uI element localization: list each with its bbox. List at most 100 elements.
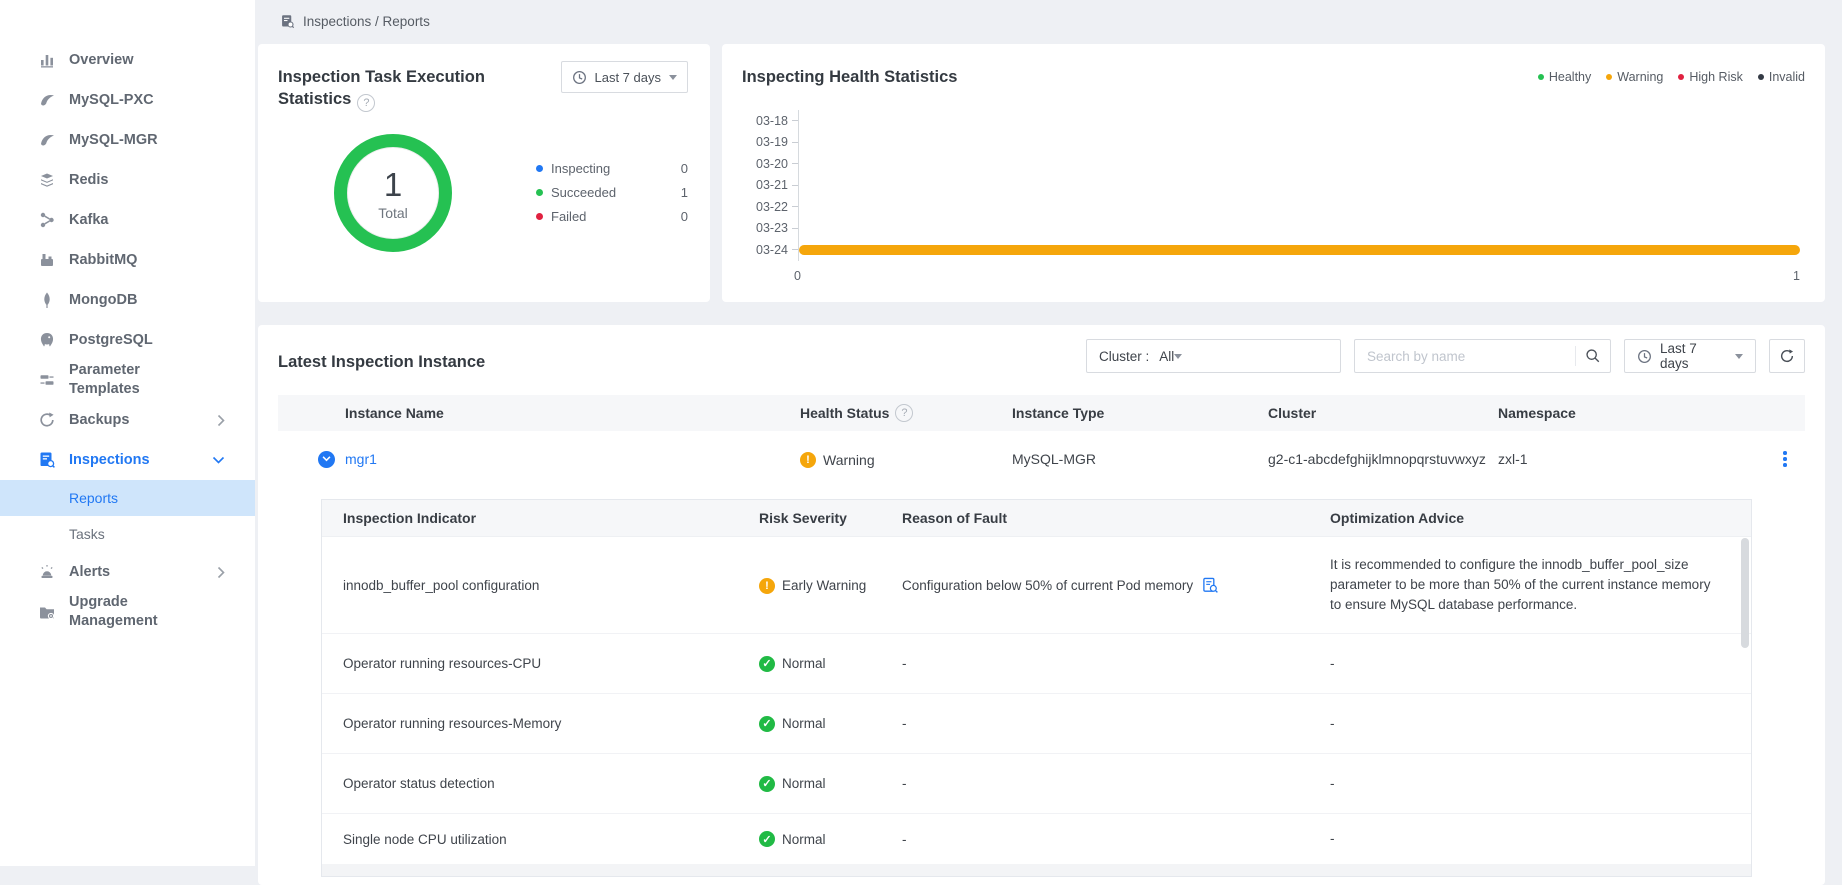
severity-badge: ✓Normal	[759, 776, 826, 792]
sidebar-item-overview[interactable]: Overview	[0, 40, 255, 80]
help-icon[interactable]: ?	[895, 404, 913, 422]
cluster-filter-label: Cluster :	[1099, 349, 1149, 364]
col-inspection-indicator: Inspection Indicator	[322, 510, 759, 526]
chart-row: 03-24	[742, 239, 1800, 261]
reason-text: -	[902, 776, 1330, 791]
detail-row: Operator running resources-Memory ✓ Norma…	[322, 694, 1751, 754]
bar-track	[798, 110, 1800, 132]
date-range-dropdown[interactable]: Last 7 days	[561, 61, 689, 93]
severity-text: Normal	[782, 656, 826, 671]
check-icon: ✓	[759, 716, 775, 732]
sidebar-item-inspections[interactable]: Inspections	[0, 440, 255, 480]
date-range-label: Last 7 days	[595, 70, 662, 85]
caret-down-icon	[1735, 354, 1743, 359]
inspection-detail-panel: Inspection Indicator Risk Severity Reaso…	[321, 499, 1752, 877]
instances-table: Instance Name Health Status? Instance Ty…	[278, 395, 1805, 877]
status-text: Warning	[823, 452, 875, 468]
legend-value: 0	[681, 209, 688, 224]
legend-label: Failed	[551, 209, 586, 224]
sidebar-item-mysql-mgr[interactable]: MySQL-MGR	[0, 120, 255, 160]
legend-label: Warning	[1617, 70, 1663, 84]
sidebar-item-label: Backups	[69, 411, 129, 430]
collapse-row-button[interactable]	[318, 451, 335, 468]
status-badge: ! Warning	[800, 452, 875, 468]
sidebar: Overview MySQL-PXC MySQL-MGR Redis Kafka	[0, 0, 255, 866]
view-report-doc-icon[interactable]	[1202, 577, 1219, 594]
reason-text: -	[902, 832, 1330, 847]
sidebar-item-alerts[interactable]: Alerts	[0, 552, 255, 592]
search-box	[1354, 339, 1611, 373]
sidebar-item-label: MongoDB	[69, 291, 137, 310]
namespace-cell: zxl-1	[1498, 451, 1765, 467]
chart-row: 03-23	[742, 218, 1800, 240]
advice-cell: -	[1330, 714, 1751, 734]
y-axis-label: 03-22	[742, 200, 788, 214]
col-risk-severity: Risk Severity	[759, 510, 902, 526]
legend-dot-failed	[536, 213, 543, 220]
severity-text: Normal	[782, 716, 826, 731]
sidebar-item-label: MySQL-MGR	[69, 131, 158, 150]
detail-row: Operator status detection ✓Normal - -	[322, 754, 1751, 814]
y-axis-label: 03-23	[742, 221, 788, 235]
legend-label: Healthy	[1549, 70, 1591, 84]
sidebar-item-mysql-pxc[interactable]: MySQL-PXC	[0, 80, 255, 120]
dolphin-icon	[38, 91, 56, 109]
card-title: Inspection Task Execution Statistics?	[278, 66, 518, 112]
sidebar-item-backups[interactable]: Backups	[0, 400, 255, 440]
y-axis-label: 03-18	[742, 114, 788, 128]
bar-track	[798, 239, 1800, 261]
search-icon[interactable]	[1576, 348, 1610, 364]
severity-badge: ✓Normal	[759, 656, 826, 672]
sidebar-subitem-reports[interactable]: Reports	[0, 480, 255, 516]
detail-row: innodb_buffer_pool configuration ! Early…	[322, 537, 1751, 634]
sidebar-item-label: RabbitMQ	[69, 251, 137, 270]
warning-bar[interactable]	[799, 245, 1800, 255]
leaf-icon	[38, 291, 56, 309]
chart-row: 03-18	[742, 110, 1800, 132]
legend-dot-invalid	[1758, 74, 1764, 80]
siren-icon	[38, 563, 56, 581]
date-range-dropdown[interactable]: Last 7 days	[1624, 339, 1756, 373]
sidebar-subitem-label: Tasks	[69, 526, 105, 542]
inspection-report-icon	[280, 14, 295, 29]
reason-text: Configuration below 50% of current Pod m…	[902, 578, 1193, 593]
col-reason-of-fault: Reason of Fault	[902, 510, 1330, 526]
sidebar-item-mongodb[interactable]: MongoDB	[0, 280, 255, 320]
clock-icon	[572, 70, 587, 85]
row-actions-menu[interactable]	[1765, 447, 1805, 471]
bar-track	[798, 132, 1800, 154]
caret-down-icon	[669, 75, 677, 80]
help-icon[interactable]: ?	[357, 94, 375, 112]
sidebar-item-kafka[interactable]: Kafka	[0, 200, 255, 240]
advice-cell: -	[1330, 829, 1751, 849]
indicator-cell: Operator running resources-Memory	[322, 716, 759, 731]
col-instance-type: Instance Type	[1012, 405, 1268, 421]
donut-total-value: 1	[384, 166, 402, 204]
y-axis-label: 03-19	[742, 135, 788, 149]
sidebar-subitem-tasks[interactable]: Tasks	[0, 516, 255, 552]
scrollbar-thumb[interactable]	[1741, 538, 1749, 648]
warning-icon: !	[800, 452, 816, 468]
network-icon	[38, 211, 56, 229]
clock-icon	[1637, 349, 1652, 364]
detail-row: Operator running resources-CPU ✓Normal -…	[322, 634, 1751, 694]
search-input[interactable]	[1355, 349, 1575, 364]
restore-icon	[38, 411, 56, 429]
advice-cell: -	[1330, 774, 1751, 794]
legend-value: 1	[681, 185, 688, 200]
breadcrumb-text: Inspections / Reports	[303, 14, 430, 29]
sidebar-item-rabbitmq[interactable]: RabbitMQ	[0, 240, 255, 280]
reason-text: -	[902, 716, 1330, 731]
sidebar-item-label: Inspections	[69, 451, 150, 470]
sidebar-item-label: Overview	[69, 51, 134, 70]
sidebar-item-upgrade-management[interactable]: Upgrade Management	[0, 592, 255, 632]
latest-inspection-card: Latest Inspection Instance Cluster : All…	[258, 325, 1825, 885]
cluster-filter-dropdown[interactable]: Cluster : All	[1086, 339, 1341, 373]
instance-name-link[interactable]: mgr1	[345, 451, 377, 467]
sidebar-item-redis[interactable]: Redis	[0, 160, 255, 200]
sidebar-item-postgresql[interactable]: PostgreSQL	[0, 320, 255, 360]
refresh-button[interactable]	[1769, 339, 1805, 373]
indicator-cell: Single node CPU utilization	[322, 832, 759, 847]
date-range-label: Last 7 days	[1660, 341, 1727, 371]
sidebar-item-parameter-templates[interactable]: Parameter Templates	[0, 360, 255, 400]
